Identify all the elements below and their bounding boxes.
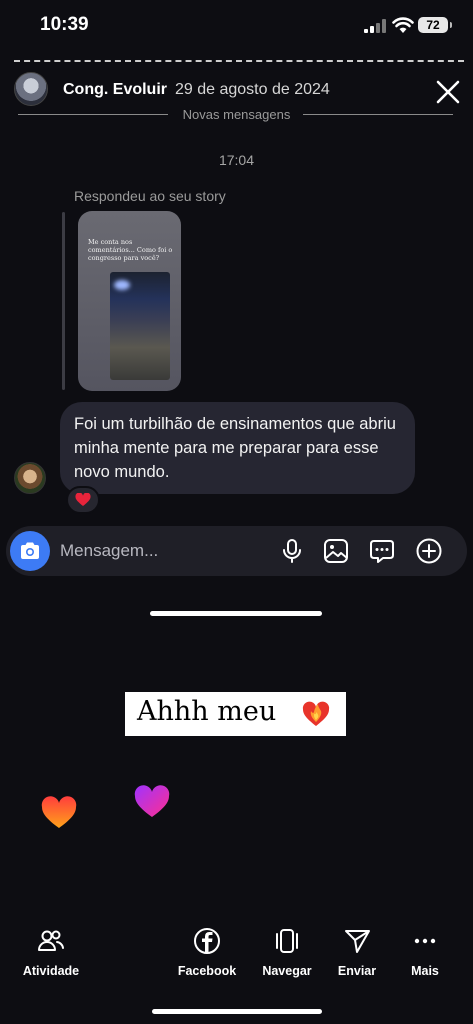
post-date: 29 de agosto de 2024 — [175, 81, 330, 98]
browse-icon — [276, 929, 298, 953]
activity-icon — [38, 930, 64, 951]
story-thumbnail-text: Me conta nos comentários... Como foi o c… — [88, 238, 173, 262]
replied-to-story-label: Respondeu ao seu story — [74, 188, 226, 204]
account-name[interactable]: Cong. Evoluir — [63, 81, 167, 99]
heart-on-fire-icon — [302, 701, 330, 726]
facebook-icon — [194, 928, 220, 954]
activity-button[interactable]: Atividade — [18, 926, 84, 978]
message-text: Foi um turbilhão de ensinamentos que abr… — [74, 415, 396, 481]
wifi-icon — [392, 17, 414, 33]
reply-indicator-bar — [62, 212, 65, 390]
divider-line-right — [303, 114, 453, 115]
floating-heart-icon — [134, 785, 170, 817]
send-label: Enviar — [337, 964, 377, 978]
chat-timestamp: 17:04 — [218, 152, 255, 168]
image-icon[interactable] — [322, 537, 350, 565]
browse-label: Navegar — [262, 964, 312, 978]
microphone-icon[interactable] — [278, 537, 306, 565]
plus-icon[interactable] — [415, 537, 443, 565]
status-bar: 10:39 72 — [0, 0, 473, 52]
message-input[interactable] — [60, 539, 260, 563]
more-button[interactable]: Mais — [400, 926, 450, 978]
message-composer — [6, 526, 467, 576]
keyboard-home-indicator — [150, 611, 322, 616]
sticker-text: Ahhh meu — [137, 696, 277, 727]
message-reaction[interactable] — [66, 486, 100, 514]
close-icon[interactable] — [432, 76, 464, 108]
send-button[interactable]: Enviar — [326, 926, 388, 978]
more-icon — [414, 938, 436, 944]
story-thumbnail[interactable]: Me conta nos comentários... Como foi o c… — [78, 211, 181, 391]
message-bubble[interactable]: Foi um turbilhão de ensinamentos que abr… — [60, 402, 415, 494]
sticker-chat-icon[interactable] — [368, 537, 396, 565]
activity-label: Atividade — [22, 964, 80, 978]
sender-avatar[interactable] — [14, 462, 46, 494]
new-messages-divider: Novas mensagens — [0, 106, 473, 124]
facebook-label: Facebook — [177, 964, 237, 978]
signal-icon — [364, 19, 386, 33]
floating-heart-icon — [41, 796, 77, 828]
send-icon — [345, 930, 370, 953]
browse-button[interactable]: Navegar — [254, 926, 320, 978]
status-time: 10:39 — [40, 14, 89, 35]
red-heart-icon — [75, 492, 91, 506]
home-indicator — [152, 1009, 322, 1014]
stage-light — [114, 280, 130, 290]
more-label: Mais — [411, 964, 439, 978]
bottom-action-bar: Atividade Facebook Navegar Enviar Mais — [0, 920, 473, 990]
facebook-button[interactable]: Facebook — [174, 926, 240, 978]
account-avatar[interactable] — [14, 72, 48, 106]
camera-icon — [21, 542, 39, 559]
battery-level: 72 — [426, 18, 440, 32]
battery-indicator: 72 — [418, 17, 452, 33]
camera-button[interactable] — [10, 531, 50, 571]
story-text-sticker: Ahhh meu — [125, 692, 346, 736]
